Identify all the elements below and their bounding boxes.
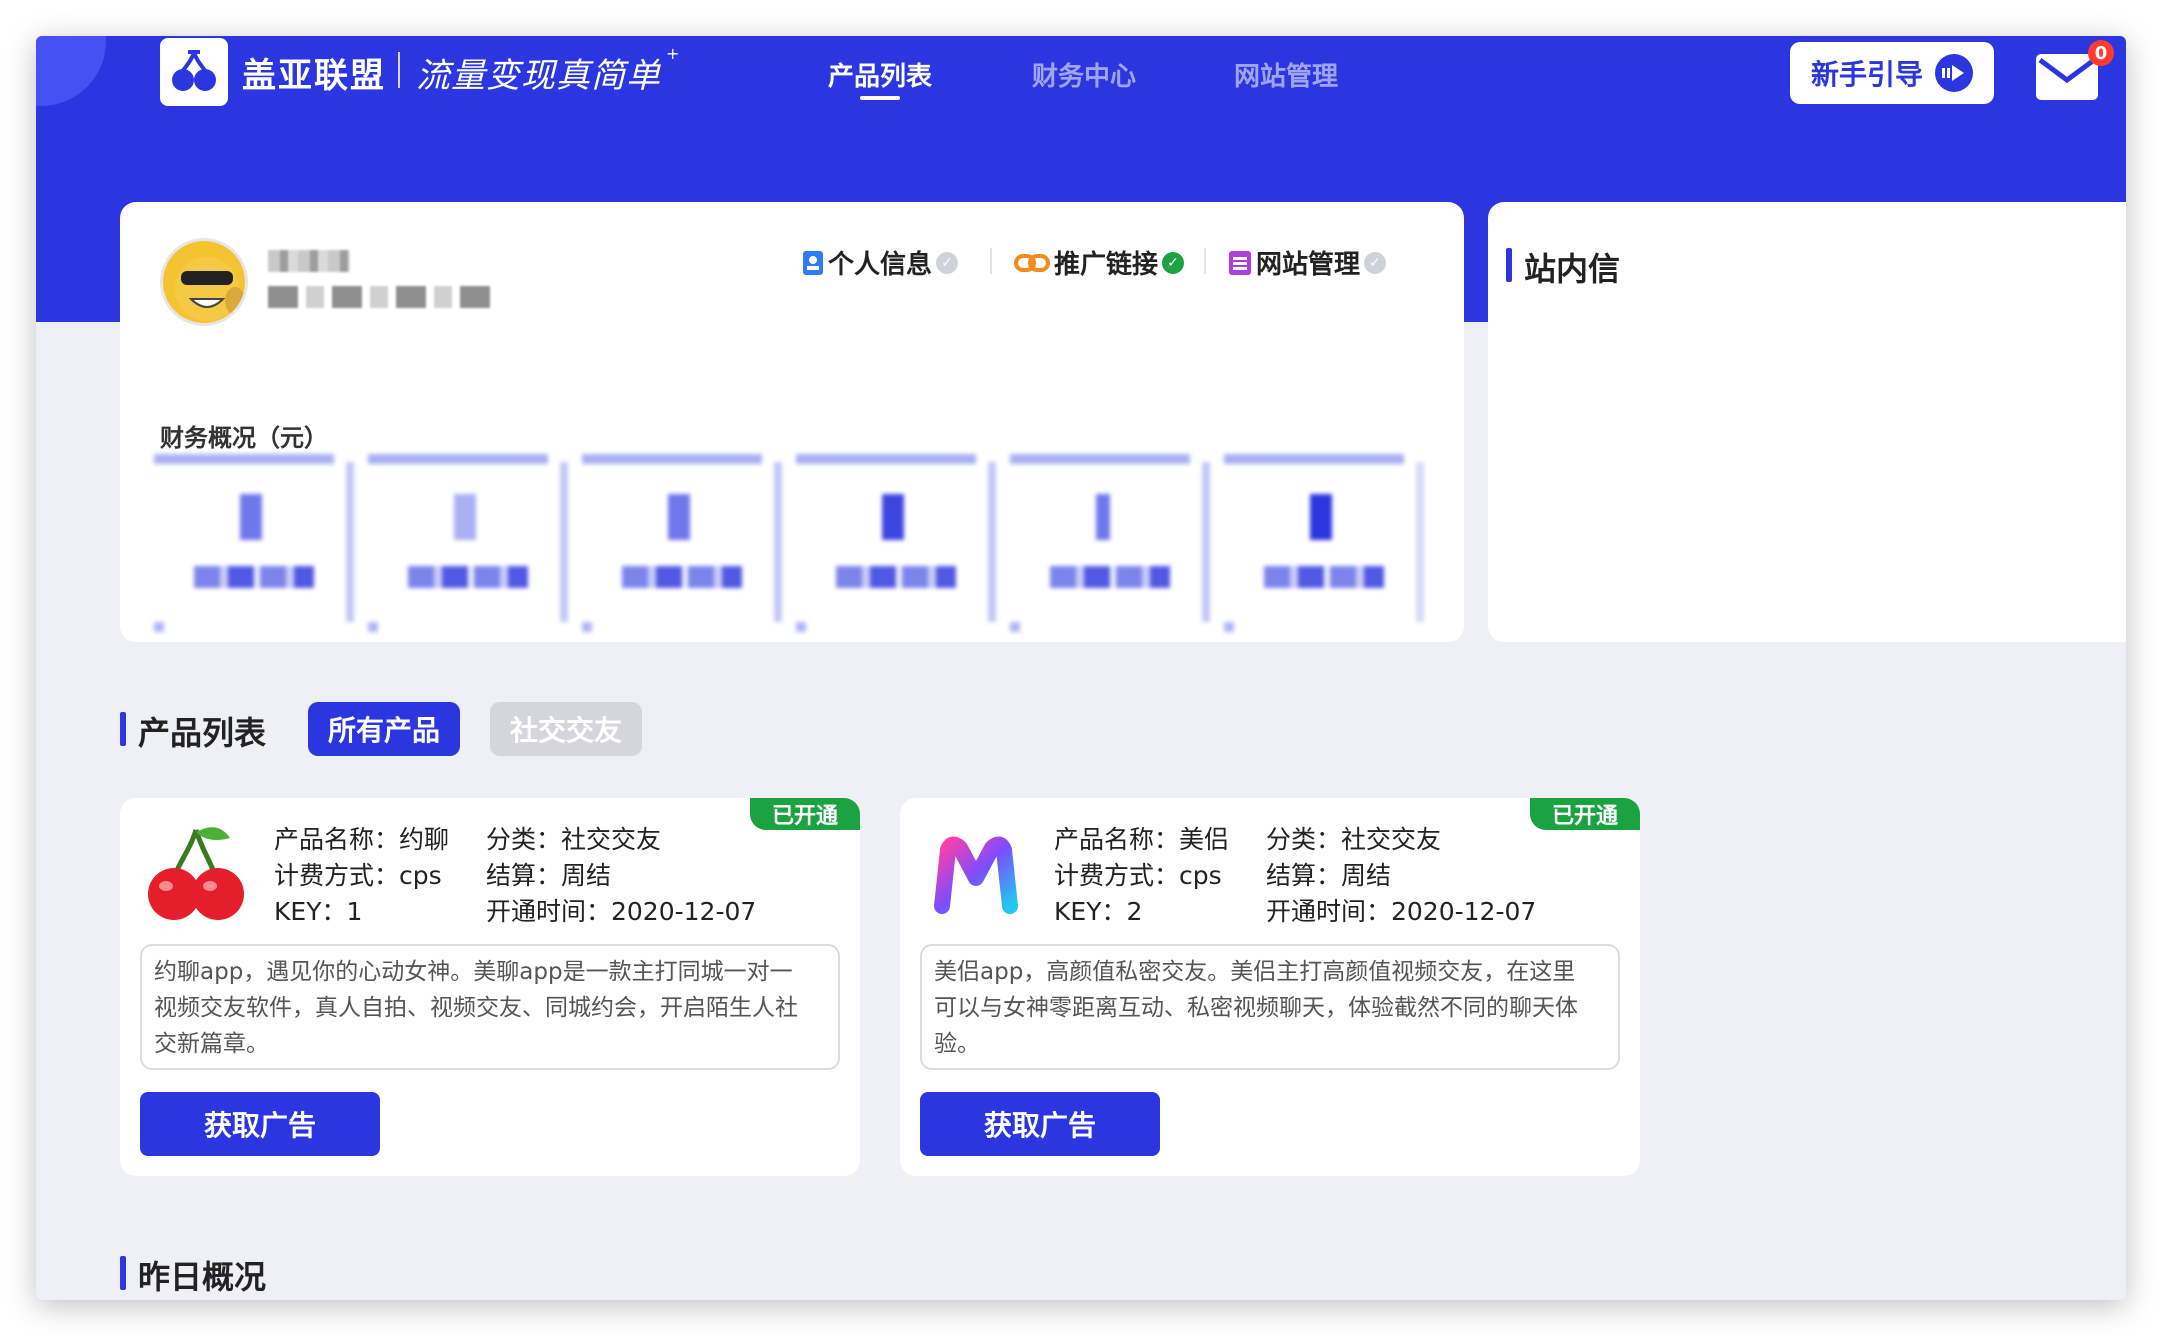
nav-product-list[interactable]: 产品列表: [828, 56, 932, 100]
product-key: KEY：2: [1054, 897, 1143, 926]
site-management-link[interactable]: 网站管理 ✓: [1228, 244, 1387, 281]
product-billing: 计费方式：cps: [274, 861, 442, 890]
unverified-check-icon: ✓: [1364, 251, 1387, 274]
nav-finance-center[interactable]: 财务中心: [1032, 56, 1136, 93]
link-divider: [990, 248, 992, 274]
finance-overview-title: 财务概况（元）: [160, 424, 328, 452]
product-open-time: 开通时间：2020-12-07: [1266, 897, 1537, 926]
list-icon: [1229, 250, 1251, 275]
personal-info-link[interactable]: 个人信息 ✓: [802, 244, 959, 281]
finance-stat-redacted: [1010, 454, 1210, 634]
product-description: 约聊app，遇见你的心动女神。美聊app是一款主打同城一对一 视频交友软件，真人…: [140, 944, 840, 1070]
finance-stat-redacted: [154, 454, 354, 634]
verified-check-icon: ✓: [1162, 251, 1185, 274]
link-divider: [1204, 248, 1206, 274]
app-window: 盖亚联盟 流量变现真简单 + 产品列表 财务中心 网站管理 新手引导 0 个人信…: [36, 36, 2126, 1300]
user-id-redacted: [268, 286, 494, 308]
username-redacted: [268, 250, 350, 272]
filter-all-products[interactable]: 所有产品: [308, 702, 460, 756]
yesterday-overview-title: 昨日概况: [120, 1252, 266, 1298]
finance-stat-redacted: [796, 454, 996, 634]
product-category: 分类：社交交友: [1266, 825, 1442, 854]
product-category: 分类：社交交友: [486, 825, 662, 854]
get-ad-button[interactable]: 获取广告: [920, 1092, 1160, 1156]
guide-button[interactable]: 新手引导: [1790, 42, 1994, 104]
unverified-check-icon: ✓: [936, 251, 959, 274]
get-ad-button[interactable]: 获取广告: [140, 1092, 380, 1156]
product-settlement: 结算：周结: [486, 861, 612, 890]
logo-text: 盖亚联盟: [242, 56, 386, 96]
product-name: 产品名称：约聊: [274, 825, 450, 854]
filter-social[interactable]: 社交交友: [490, 702, 642, 756]
messages-card: 站内信: [1488, 202, 2126, 642]
status-badge: 已开通: [750, 798, 860, 830]
avatar[interactable]: [160, 238, 248, 326]
id-card-icon: [803, 250, 823, 275]
product-name: 产品名称：美侣: [1054, 825, 1230, 854]
product-key: KEY：1: [274, 897, 363, 926]
product-open-time: 开通时间：2020-12-07: [486, 897, 757, 926]
mail-count-badge: 0: [2088, 40, 2114, 66]
slogan: 流量变现真简单: [416, 56, 661, 96]
link-icon: [1014, 253, 1050, 272]
logo[interactable]: [160, 38, 228, 106]
logo-divider: [398, 52, 400, 88]
messages-title: 站内信: [1506, 244, 1620, 290]
status-badge: 已开通: [1530, 798, 1640, 830]
nav-site-management[interactable]: 网站管理: [1234, 56, 1338, 93]
product-card: 已开通 产品名称：约聊 计费方式：cps KEY：1 分类：社交交友 结算：周结…: [120, 798, 860, 1176]
product-settlement: 结算：周结: [1266, 861, 1392, 890]
finance-stat-redacted: [582, 454, 782, 634]
product-description: 美侣app，高颜值私密交友。美侣主打高颜值视频交友，在这里 可以与女神零距离互动…: [920, 944, 1620, 1070]
slogan-mark: +: [666, 44, 680, 63]
finance-stat-redacted: [368, 454, 568, 634]
promo-link-link[interactable]: 推广链接 ✓: [1014, 244, 1185, 281]
product-card: 已开通 产品名称：美侣 计费方式：cps KEY：2 分类：社交交友 结算：周结…: [900, 798, 1640, 1176]
arrow-right-icon: [1935, 54, 1973, 92]
cherry-logo-icon: [172, 50, 216, 91]
product-list-title: 产品列表: [120, 708, 266, 754]
finance-stat-redacted: [1224, 454, 1424, 634]
profile-card: 个人信息 ✓ 推广链接 ✓ 网站管理 ✓ 财务概况（元）: [120, 202, 1464, 642]
cherry-icon: [148, 827, 244, 920]
product-billing: 计费方式：cps: [1054, 861, 1222, 890]
guide-button-label: 新手引导: [1810, 58, 1923, 91]
m-letter-icon: [934, 836, 1018, 914]
nav-active-indicator: [860, 96, 900, 100]
